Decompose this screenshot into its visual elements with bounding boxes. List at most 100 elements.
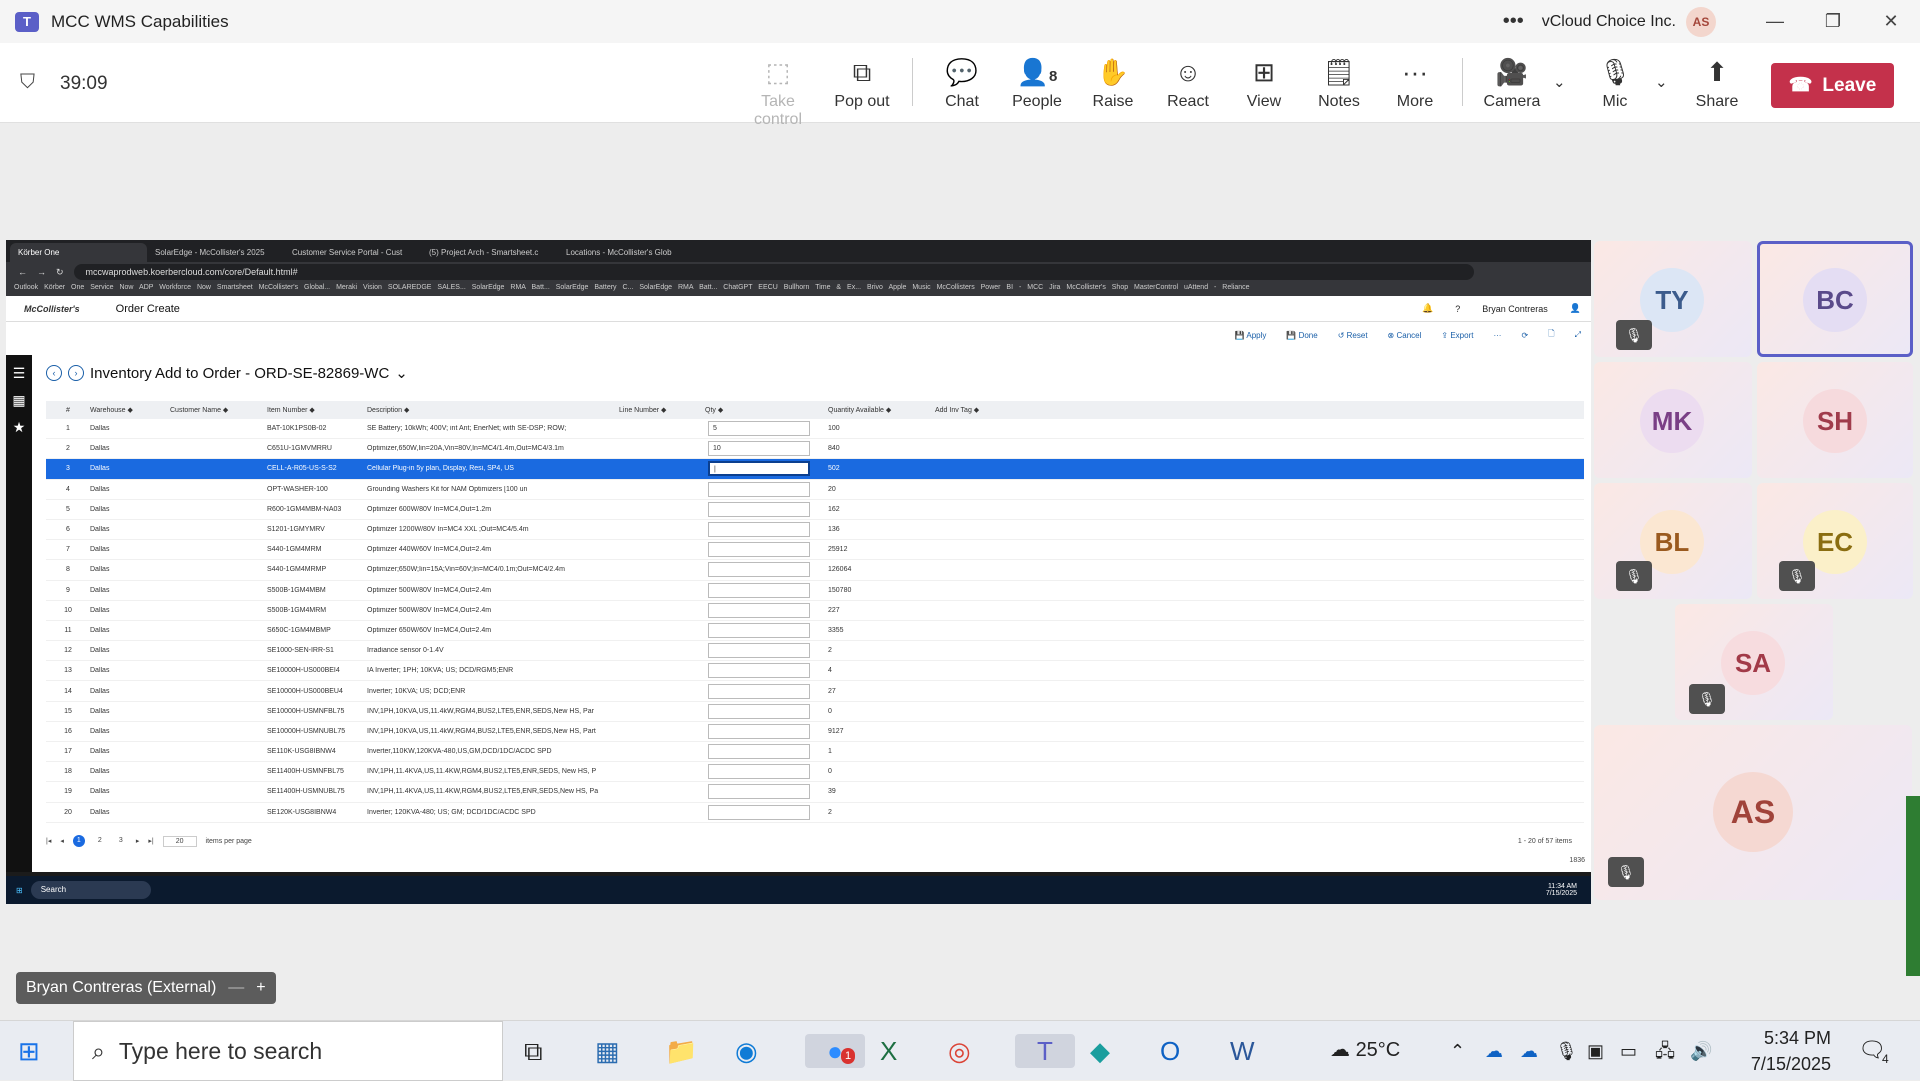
view-button[interactable]: ⊞ View xyxy=(1226,55,1302,111)
table-row[interactable]: 1 Dallas BAT-10K1PS0B-02 SE Battery; 10kWh;… xyxy=(46,419,1584,440)
table-row[interactable]: 5 Dallas R600-1GM4MBM-NA03 Optimizer 600W/8… xyxy=(46,500,1584,520)
take-control-button[interactable]: ⬚ Take control xyxy=(740,55,816,129)
leave-button[interactable]: ☎ Leave xyxy=(1771,63,1894,108)
camera-options-chevron-icon[interactable]: ⌄ xyxy=(1553,73,1566,91)
qty-input[interactable] xyxy=(708,643,810,659)
table-row[interactable]: 4 Dallas OPT-WASHER-100 Grounding Washers K… xyxy=(46,480,1584,500)
participant-tile[interactable]: BC xyxy=(1757,241,1913,357)
qty-input[interactable] xyxy=(708,602,810,618)
react-button[interactable]: ☺ React xyxy=(1150,55,1226,111)
url-field[interactable]: mccwaprodweb.koerbercloud.com/core/Defau… xyxy=(73,264,1474,280)
forward-circle-icon[interactable]: › xyxy=(68,365,84,381)
back-icon[interactable]: ← xyxy=(18,267,27,277)
windows-start-icon[interactable]: ⊞ xyxy=(18,1034,40,1068)
table-row[interactable]: 6 Dallas S1201-1GMYMRV Optimizer 1200W/80V … xyxy=(46,520,1584,541)
fullscreen-icon[interactable]: ⤢ xyxy=(1575,330,1581,340)
star-icon[interactable]: ★ xyxy=(6,419,32,436)
apps-grid-icon[interactable]: ▦ xyxy=(6,392,32,409)
participant-tile[interactable]: EC 🎙 xyxy=(1757,483,1913,599)
self-view-tile[interactable]: AS 🎙 xyxy=(1594,725,1912,900)
browser-tab[interactable]: Körber One xyxy=(10,243,147,262)
screen-capture-icon[interactable]: ▣ xyxy=(1587,1034,1604,1068)
qty-input[interactable] xyxy=(708,703,810,719)
more-options-icon[interactable]: ••• xyxy=(1503,10,1524,33)
network-icon[interactable]: 🖧 xyxy=(1655,1034,1675,1068)
minimize-icon[interactable]: — xyxy=(228,979,244,997)
more-button[interactable]: ··· More xyxy=(1377,55,1453,111)
participant-tile[interactable]: BL 🎙 xyxy=(1594,483,1752,599)
participant-tile[interactable]: TY 🎙 xyxy=(1594,241,1752,357)
qty-input[interactable]: 10 xyxy=(708,441,810,457)
windows-start-icon[interactable]: ⊞ xyxy=(16,886,23,895)
qty-input[interactable] xyxy=(708,622,810,638)
table-row[interactable]: 9 Dallas S500B-1GM4MBM Optimizer 500W/80V I… xyxy=(46,581,1584,601)
chevron-down-icon[interactable]: ⌄ xyxy=(395,364,408,382)
table-row[interactable]: 14 Dallas SE10000H-US000BEU4 Inverter; 10KV… xyxy=(46,681,1584,702)
app-icon[interactable]: ◆ xyxy=(1090,1034,1110,1068)
refresh-icon[interactable]: ⟳ xyxy=(1521,331,1528,340)
zoom-icon[interactable]: ● 1 xyxy=(805,1034,865,1068)
menu-icon[interactable]: ☰ xyxy=(6,365,32,382)
qty-input[interactable]: 5 xyxy=(708,421,810,437)
next-page-icon[interactable]: ▸ xyxy=(136,837,140,845)
column-header[interactable]: Add Inv Tag ◆ xyxy=(931,406,1011,414)
column-header[interactable]: Description ◆ xyxy=(363,406,615,414)
restore-button[interactable]: ❐ xyxy=(1804,11,1862,32)
chrome-icon[interactable]: ◎ xyxy=(948,1034,971,1068)
reload-icon[interactable]: ↻ xyxy=(56,267,64,278)
camera-button[interactable]: 🎥 Camera xyxy=(1474,55,1550,111)
table-row[interactable]: 8 Dallas S440-1GM4MRMP Optimizer;650W;Iin=1… xyxy=(46,560,1584,581)
table-row[interactable]: 10 Dallas S500B-1GM4MRM Optimizer 500W/80V … xyxy=(46,601,1584,621)
weather-widget[interactable]: ☁ 25°C xyxy=(1330,1037,1400,1062)
participant-tile[interactable]: SA 🎙 xyxy=(1675,604,1833,720)
toolbar-more-button[interactable]: ··· xyxy=(1493,331,1501,340)
column-header[interactable]: # xyxy=(46,407,86,414)
edge-icon[interactable]: ◉ xyxy=(735,1034,758,1068)
column-header[interactable]: Line Number ◆ xyxy=(615,406,701,414)
table-row[interactable]: 7 Dallas S440-1GM4MRM Optimizer 440W/60V In… xyxy=(46,540,1584,561)
volume-icon[interactable]: 🔊 xyxy=(1690,1034,1712,1068)
column-header[interactable]: Warehouse ◆ xyxy=(86,406,166,414)
table-row[interactable]: 12 Dallas SE1000-SEN-IRR-S1 Irradiance sens… xyxy=(46,641,1584,662)
people-button[interactable]: 👤8 People xyxy=(999,55,1075,111)
mic-tray-icon[interactable]: 🎙 xyxy=(1555,1034,1578,1068)
browser-tab[interactable]: (5) Project Arch - Smartsheet.c xyxy=(421,243,558,262)
table-row[interactable]: 19 Dallas SE11400H-USMNUBL75 INV,1PH,11.4KV… xyxy=(46,782,1584,803)
qty-input[interactable] xyxy=(708,804,810,820)
qty-input[interactable] xyxy=(708,683,810,699)
remote-search[interactable]: Search xyxy=(30,881,151,899)
qty-input[interactable] xyxy=(708,744,810,760)
table-row[interactable]: 18 Dallas SE11400H-USMNFBL75 INV,1PH,11.4KV… xyxy=(46,762,1584,783)
excel-icon[interactable]: X xyxy=(880,1034,897,1068)
bell-icon[interactable]: 🔔 xyxy=(1422,303,1433,314)
qty-input[interactable] xyxy=(708,663,810,679)
page-button[interactable]: 3 xyxy=(115,835,127,847)
qty-input[interactable] xyxy=(708,764,810,780)
raise-hand-button[interactable]: ✋ Raise xyxy=(1075,55,1151,111)
export-button[interactable]: ⇪ Export xyxy=(1441,331,1473,340)
per-page-select[interactable]: 20 xyxy=(162,835,197,847)
show-hidden-icons-chevron-icon[interactable]: ⌃ xyxy=(1450,1034,1465,1068)
outlook-icon[interactable]: O xyxy=(1160,1034,1180,1068)
notes-button[interactable]: 🗒 Notes xyxy=(1301,55,1377,111)
column-header[interactable]: Customer Name ◆ xyxy=(166,406,263,414)
bookmarks-bar[interactable]: Outlook Körber One Service Now ADP Workf… xyxy=(6,282,1591,296)
cloud-sync-icon[interactable]: ☁ xyxy=(1520,1034,1538,1068)
mic-button[interactable]: 🎙 Mic xyxy=(1577,55,1653,111)
document-icon[interactable]: 🗋 xyxy=(1548,328,1554,342)
onedrive-icon[interactable]: ☁ xyxy=(1485,1034,1503,1068)
qty-input[interactable] xyxy=(708,562,810,578)
apply-button[interactable]: 💾 Apply xyxy=(1235,331,1267,340)
qty-input[interactable] xyxy=(708,481,810,497)
table-row[interactable]: 20 Dallas SE120K-USG8IBNW4 Inverter; 120KVA… xyxy=(46,803,1584,823)
calculator-icon[interactable]: ▦ xyxy=(595,1034,620,1068)
table-row[interactable]: 11 Dallas S650C-1GM4MBMP Optimizer 650W/60V… xyxy=(46,621,1584,642)
qty-input[interactable] xyxy=(708,542,810,558)
notifications-icon[interactable]: 🗨4 xyxy=(1858,1037,1893,1066)
qty-input[interactable] xyxy=(708,501,810,517)
qty-input[interactable] xyxy=(708,784,810,800)
table-row[interactable]: 17 Dallas SE110K-USG8IBNW4 Inverter,110KW,1… xyxy=(46,742,1584,763)
page-button[interactable]: 2 xyxy=(94,835,106,847)
pop-out-button[interactable]: ⧉ Pop out xyxy=(824,55,900,111)
prev-page-icon[interactable]: ◂ xyxy=(60,837,64,845)
